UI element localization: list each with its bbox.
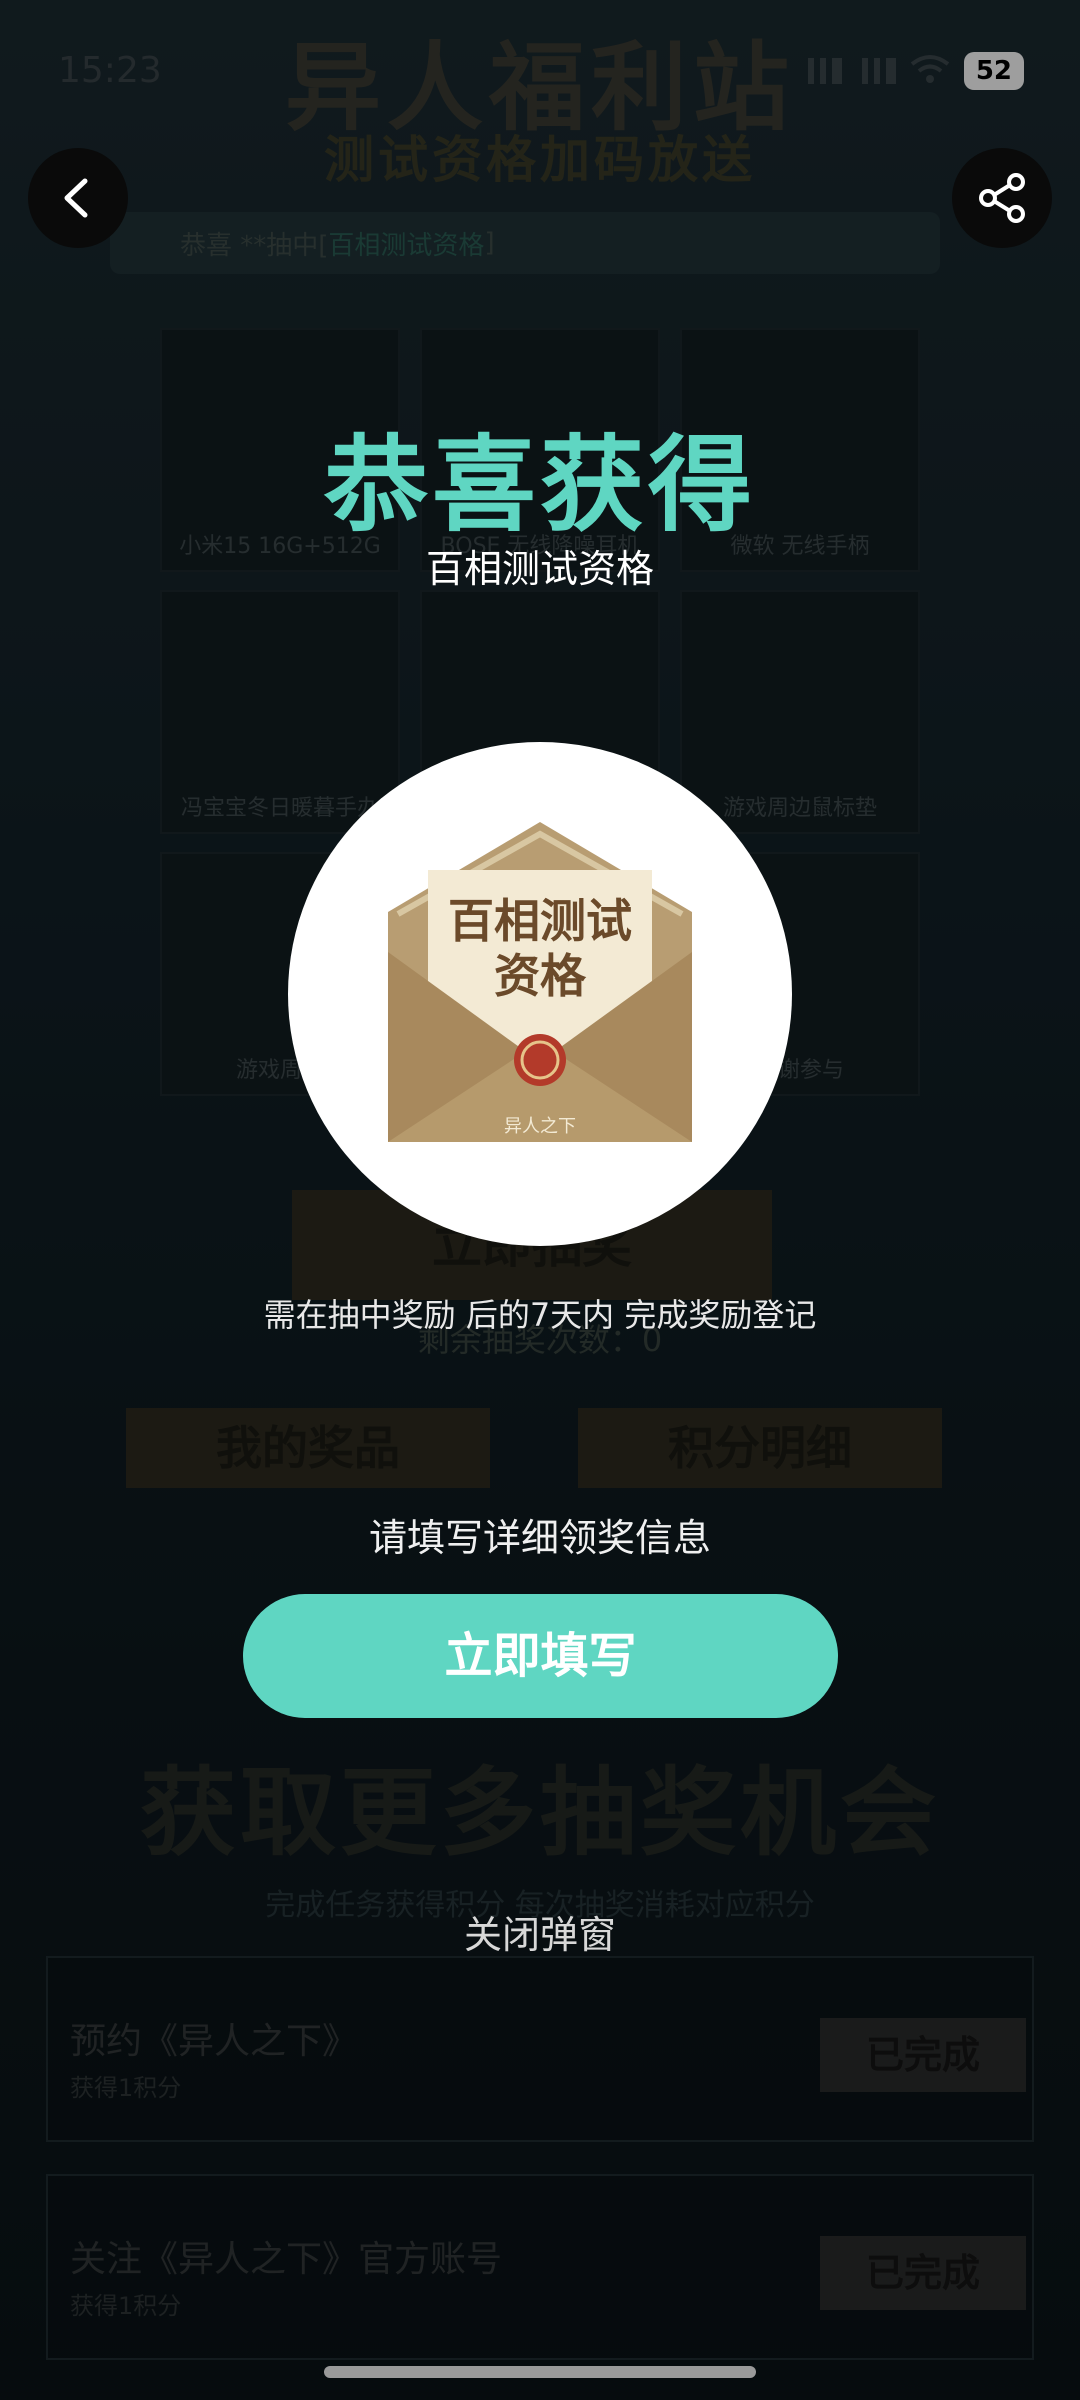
home-indicator[interactable] xyxy=(324,2366,756,2378)
share-button[interactable] xyxy=(952,148,1052,248)
deadline-note: 需在抽中奖励 后的7天内 完成奖励登记 xyxy=(263,1296,817,1334)
back-arrow-icon xyxy=(64,178,88,218)
share-icon xyxy=(979,173,1025,223)
fill-now-button[interactable]: 立即填写 xyxy=(243,1594,838,1718)
modal-title: 恭喜获得 xyxy=(323,424,756,546)
back-button[interactable] xyxy=(28,148,128,248)
envelope-icon: 百相测试 资格 异人之下 xyxy=(388,822,692,1142)
envelope-footer: 异人之下 xyxy=(504,1116,576,1137)
fill-info-hint: 请填写详细领奖信息 xyxy=(368,1516,711,1560)
envelope-line-1: 百相测试 xyxy=(448,894,632,948)
envelope-line-2: 资格 xyxy=(494,949,587,1003)
prize-image: 百相测试 资格 异人之下 xyxy=(288,742,792,1246)
close-modal-button[interactable]: 关闭弹窗 xyxy=(0,1904,1080,1959)
modal-prize-name: 百相测试资格 xyxy=(425,547,654,591)
